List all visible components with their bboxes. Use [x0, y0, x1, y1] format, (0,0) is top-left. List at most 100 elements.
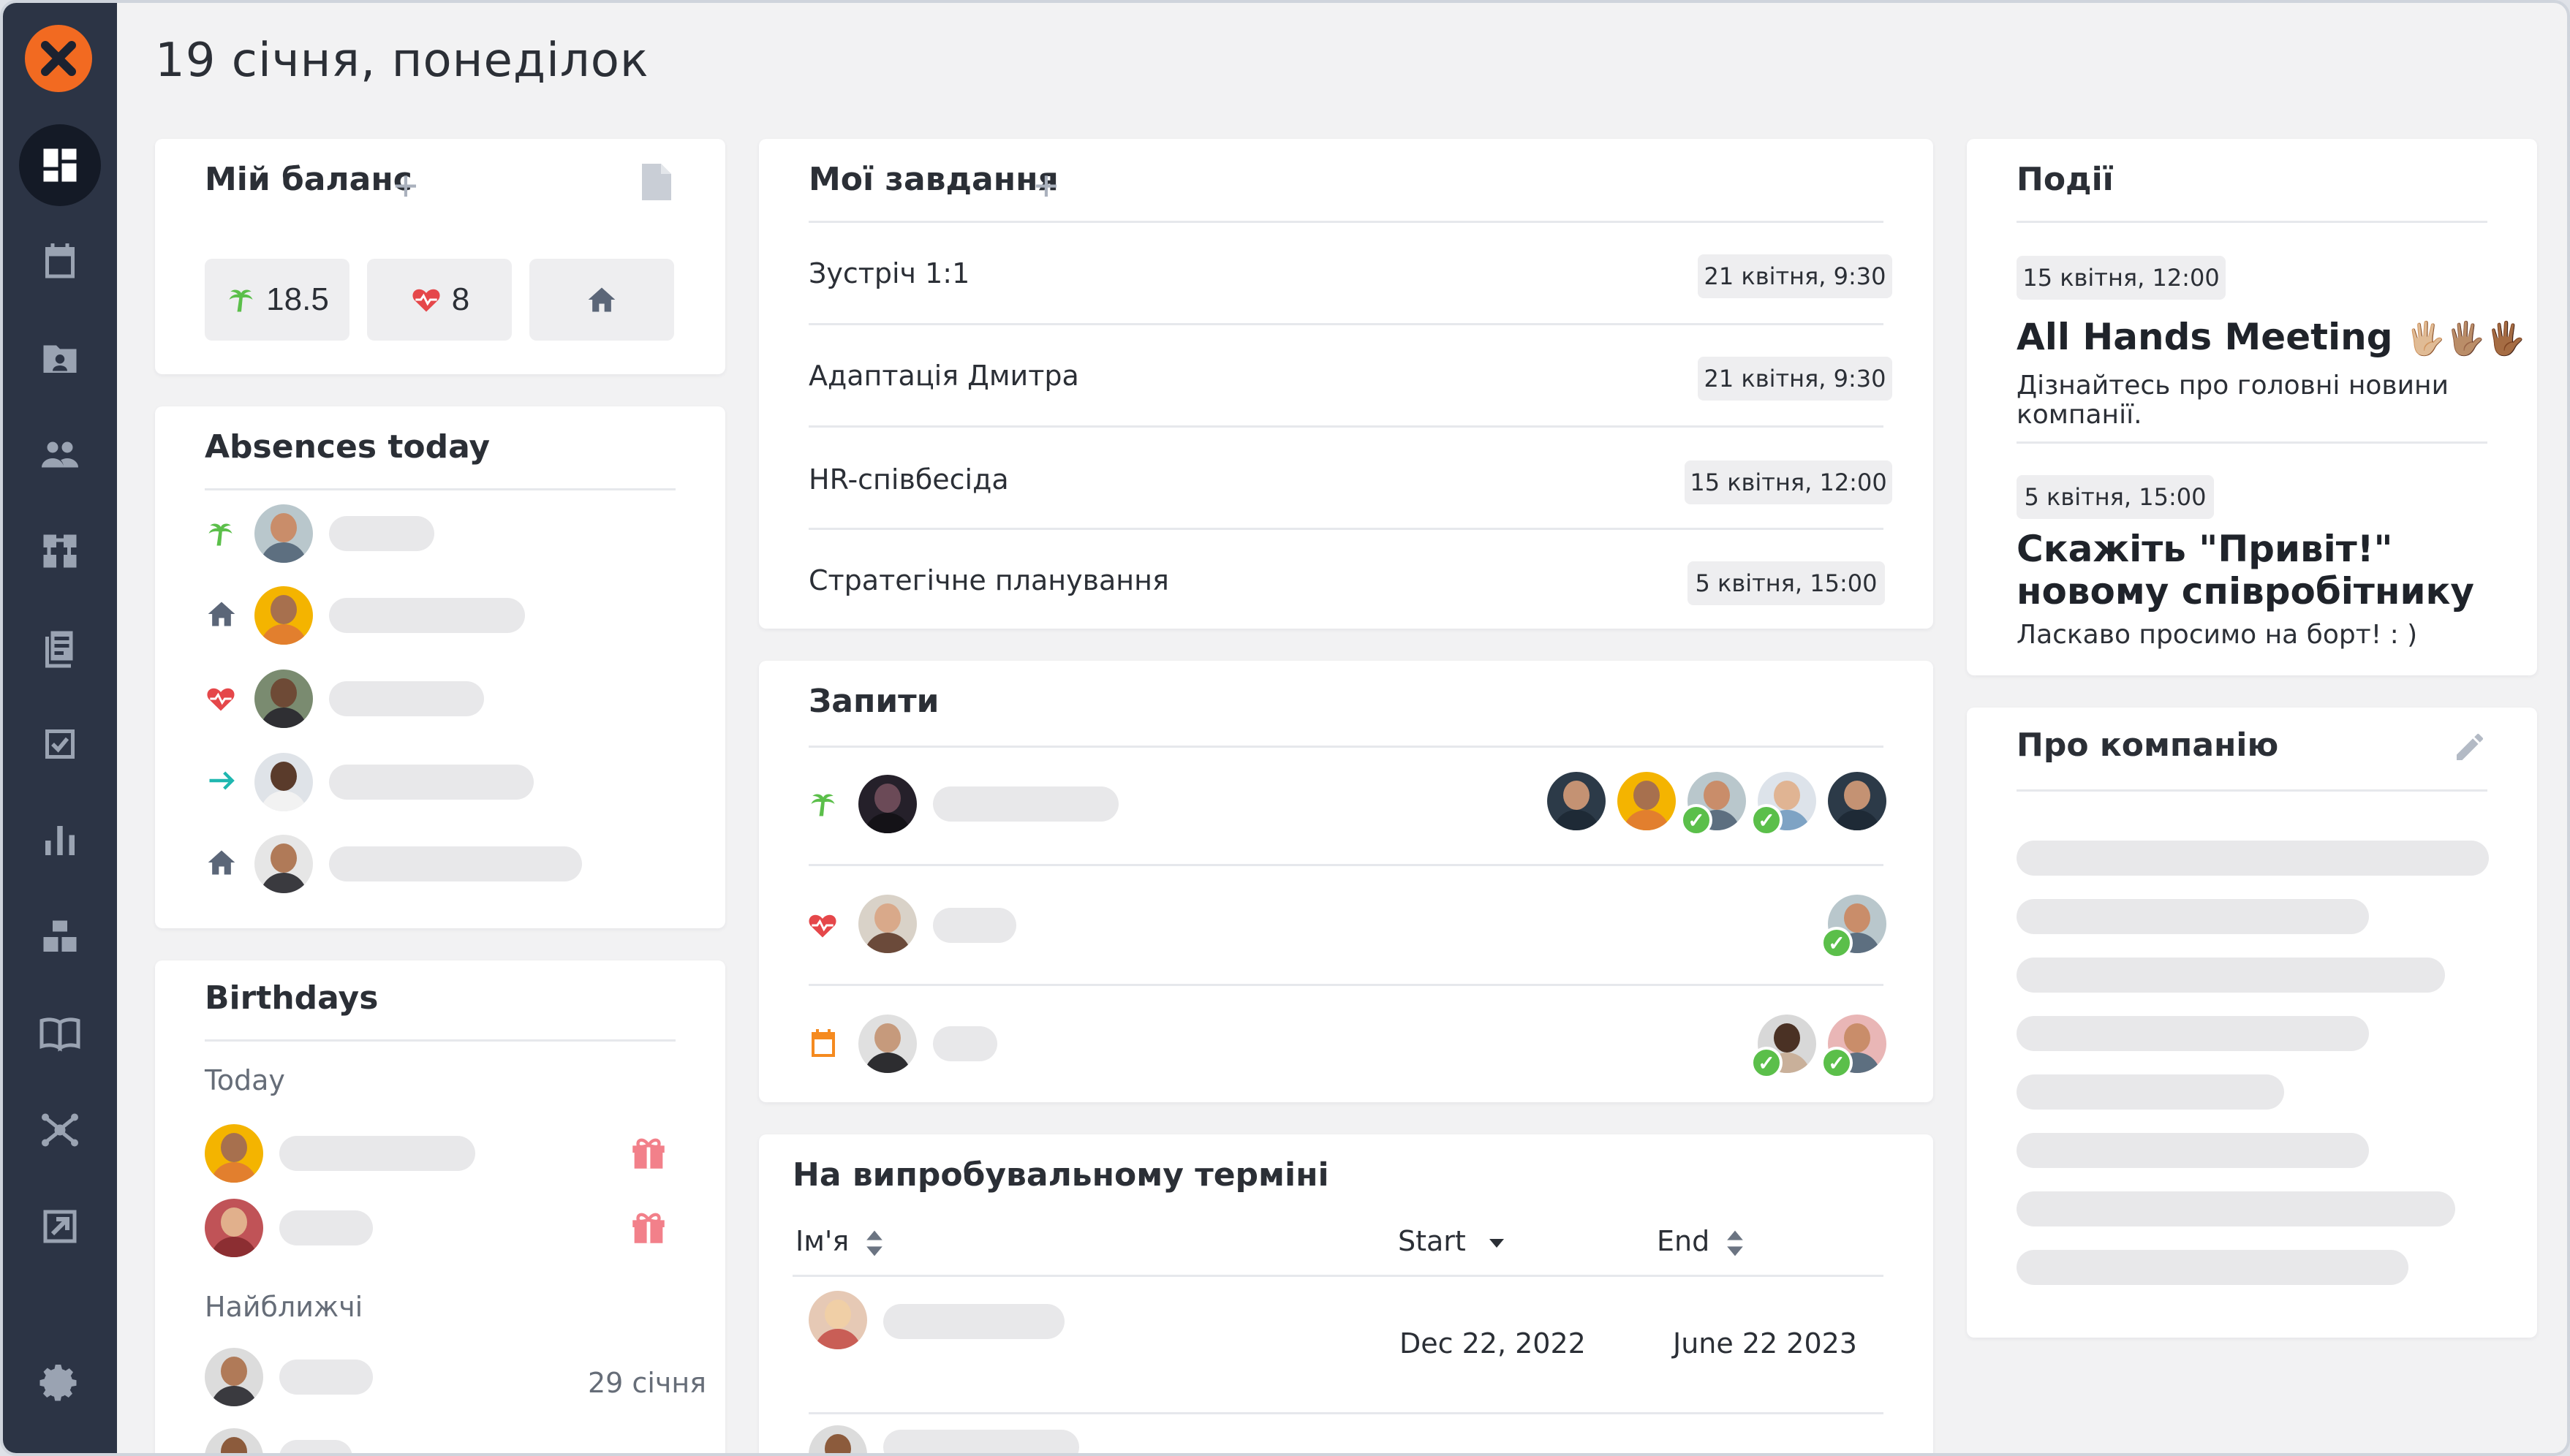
probation-title: На випробувальному терміні [793, 1156, 1329, 1194]
avatar[interactable] [205, 1124, 263, 1183]
avatar[interactable] [858, 1015, 917, 1073]
probation-end-date: June 22 2023 [1673, 1327, 1857, 1360]
tasks-title: Мої завдання [809, 161, 1059, 198]
about-card: Про компанію [1967, 708, 2537, 1338]
column-name-label: Ім'я [795, 1225, 850, 1257]
avatar[interactable] [858, 775, 917, 833]
request-divider [809, 864, 1883, 866]
home-icon [208, 602, 235, 626]
text-placeholder [2017, 1191, 2455, 1226]
calendar-icon [45, 243, 75, 278]
dashboard-icon [43, 148, 77, 182]
column-name-header[interactable]: Ім'я [795, 1225, 884, 1259]
name-placeholder [329, 765, 534, 800]
avatar[interactable] [254, 670, 313, 728]
task-label[interactable]: Зустріч 1:1 [809, 257, 970, 289]
column-start-label: Start [1398, 1225, 1466, 1257]
approved-check-icon: ✓ [1750, 804, 1783, 836]
sort-icon [1727, 1230, 1744, 1256]
table-row-divider [809, 1412, 1883, 1414]
name-placeholder [279, 1136, 475, 1171]
document-icon[interactable] [640, 162, 673, 202]
sort-icon [866, 1230, 883, 1256]
knowledge-book-icon [39, 1017, 80, 1052]
event-divider [2017, 441, 2487, 444]
balance-title: Мій баланс [205, 161, 412, 198]
edit-pencil-icon[interactable] [2452, 729, 2487, 765]
gift-icon[interactable] [627, 1131, 670, 1174]
nav-people[interactable] [19, 414, 101, 496]
task-date: 21 квітня, 9:30 [1698, 254, 1892, 298]
event-title[interactable]: Скажіть "Привіт!" новому співробітнику [2017, 528, 2499, 613]
avatar[interactable] [254, 504, 313, 563]
balance-card: Мій баланс + 18.5 8 [155, 139, 725, 374]
avatar[interactable] [858, 895, 917, 953]
task-divider [809, 425, 1883, 428]
approver-avatar[interactable] [1547, 772, 1606, 830]
nav-reports[interactable] [19, 800, 101, 881]
requests-divider [809, 746, 1883, 748]
nav-knowledge[interactable] [19, 993, 101, 1074]
avatar[interactable] [205, 1428, 263, 1453]
nav-settings[interactable] [19, 1342, 101, 1424]
event-description: Ласкаво просимо на борт! : ) [2017, 620, 2418, 650]
approver-avatar[interactable] [1828, 772, 1886, 830]
events-title: Події [2017, 161, 2114, 198]
add-balance-button[interactable]: + [393, 165, 418, 208]
avatar[interactable] [254, 586, 313, 645]
documents-icon [45, 631, 73, 668]
app-logo[interactable] [25, 25, 92, 92]
task-label[interactable]: Стратегічне планування [809, 564, 1169, 596]
column-start-header[interactable]: Start [1398, 1225, 1505, 1257]
absences-card: Absences today [155, 406, 725, 928]
nav-profiles[interactable] [19, 317, 101, 399]
avatar[interactable] [205, 1199, 263, 1257]
nav-external[interactable] [19, 1186, 101, 1267]
nav-calendar[interactable] [19, 221, 101, 303]
nav-inventory[interactable] [19, 896, 101, 978]
add-task-button[interactable]: + [1034, 165, 1059, 208]
nav-org-structure[interactable] [19, 510, 101, 592]
request-divider [809, 984, 1883, 986]
integrations-hub-icon [42, 1113, 78, 1147]
gift-icon[interactable] [627, 1206, 670, 1248]
task-label[interactable]: Адаптація Дмитра [809, 360, 1079, 392]
upcoming-birthday-date: 29 січня [588, 1367, 707, 1399]
event-description: Дізнайтесь про головні новини компанії. [2017, 371, 2449, 430]
arrow-right-icon [209, 771, 235, 790]
text-placeholder [2017, 958, 2445, 993]
event-title[interactable]: All Hands Meeting 🖐🏼🖐🏽🖐🏾 [2017, 316, 2525, 358]
nav-integrations[interactable] [19, 1089, 101, 1171]
text-placeholder [2017, 1074, 2284, 1110]
column-end-header[interactable]: End [1657, 1225, 1745, 1259]
requests-title: Запити [809, 683, 940, 720]
sick-balance[interactable]: 8 [367, 259, 512, 341]
avatar[interactable] [254, 753, 313, 811]
birthdays-card: Birthdays Today Найближчі 29 січня [155, 960, 725, 1453]
avatar[interactable] [205, 1348, 263, 1406]
home-office-balance[interactable] [529, 259, 674, 341]
sick-balance-value: 8 [451, 281, 470, 317]
approved-check-icon: ✓ [1680, 804, 1712, 836]
name-placeholder [279, 1210, 373, 1245]
nav-tasks[interactable] [19, 703, 101, 785]
approver-avatar[interactable] [1617, 772, 1676, 830]
sidebar [3, 3, 117, 1453]
sort-desc-icon [1489, 1238, 1504, 1248]
text-placeholder [2017, 1250, 2408, 1285]
profile-folder-icon [43, 345, 77, 373]
probation-card: На випробувальному терміні Ім'я Start En… [759, 1134, 1933, 1453]
page-title: 19 січня, понеділок [155, 34, 649, 88]
about-title: Про компанію [2017, 727, 2279, 764]
column-end-label: End [1657, 1225, 1710, 1257]
task-label[interactable]: HR-співбесіда [809, 463, 1009, 496]
avatar[interactable] [809, 1425, 867, 1453]
task-date: 21 квітня, 9:30 [1698, 357, 1892, 401]
events-card: Події 15 квітня, 12:00 All Hands Meeting… [1967, 139, 2537, 675]
vacation-balance[interactable]: 18.5 [205, 259, 349, 341]
name-placeholder [279, 1360, 373, 1395]
nav-documents[interactable] [19, 607, 101, 689]
inventory-boxes-icon [43, 920, 77, 952]
nav-dashboard[interactable] [19, 124, 101, 206]
avatar[interactable] [254, 835, 313, 893]
